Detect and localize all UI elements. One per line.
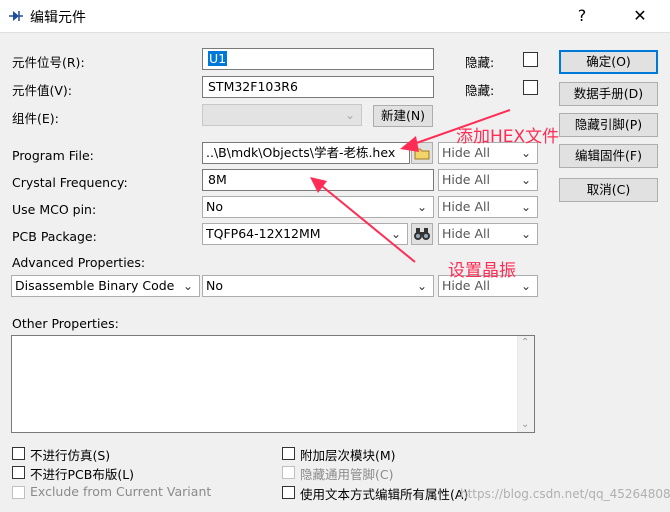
annotation-hex: 添加HEX文件 [456, 127, 560, 147]
crystal-arrow-line [316, 181, 416, 263]
crystal-arrow-head [310, 177, 327, 193]
annotation-crystal: 设置晶振 [448, 261, 516, 281]
annotation-arrows [310, 109, 511, 263]
hex-arrow-head [400, 136, 419, 152]
watermark: https://blog.csdn.net/qq_45264808 [460, 487, 670, 501]
